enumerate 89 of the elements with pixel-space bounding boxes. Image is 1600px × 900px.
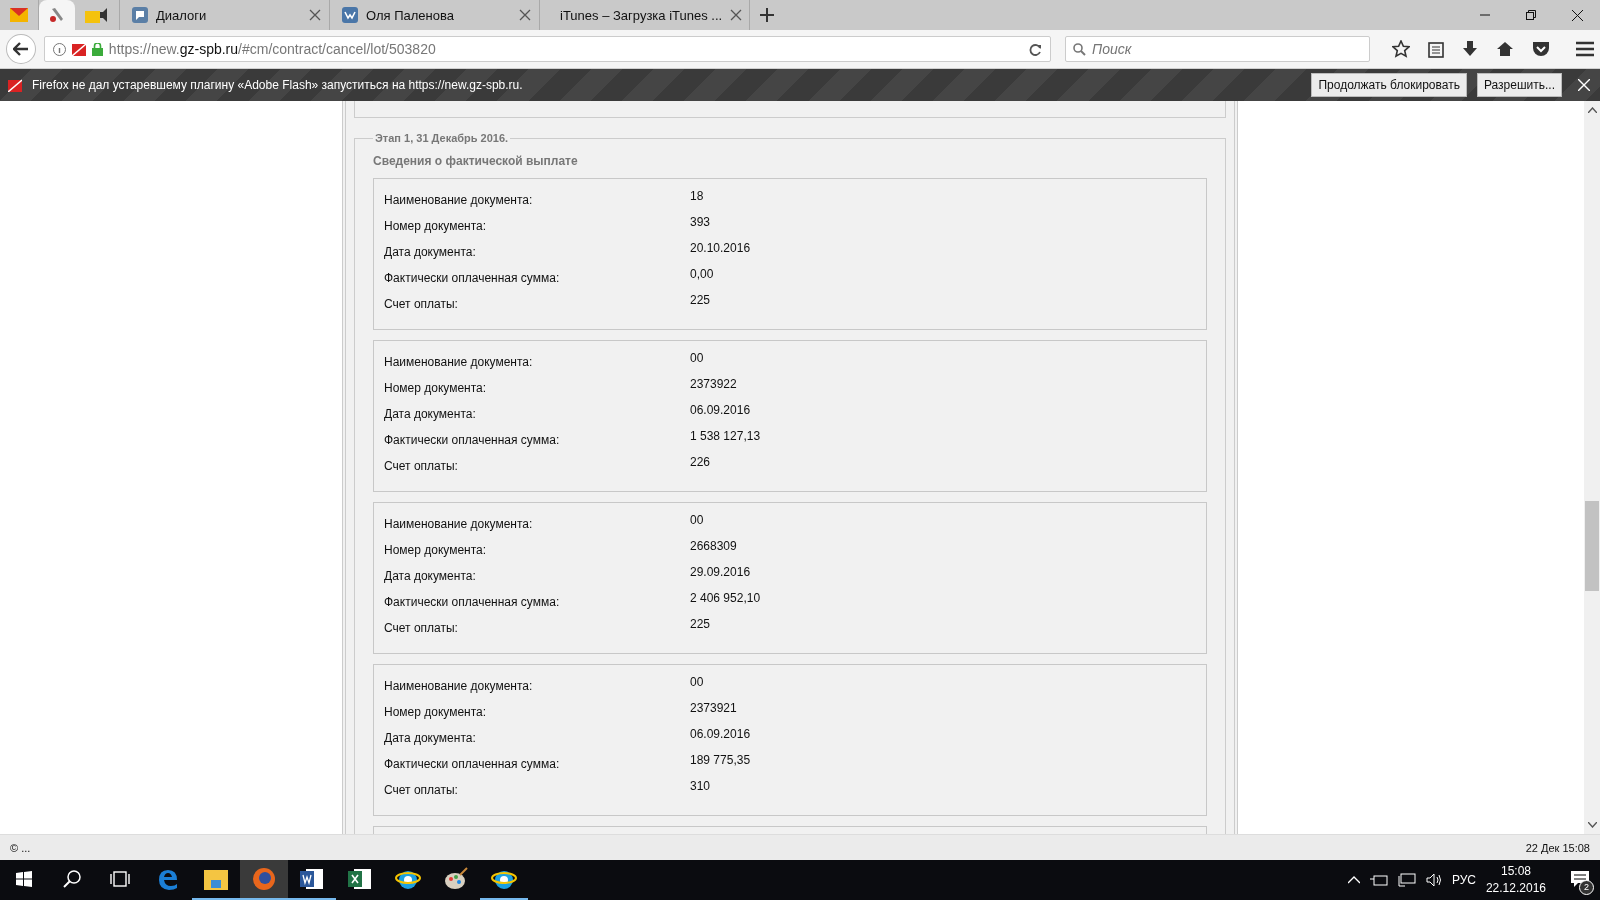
star-icon[interactable] <box>1392 40 1410 58</box>
plus-icon[interactable] <box>760 8 774 22</box>
restore-icon[interactable] <box>1526 10 1536 20</box>
field-label: Дата документа: <box>384 244 477 261</box>
field-label: Номер документа: <box>384 380 488 397</box>
scroll-thumb[interactable] <box>1585 501 1599 591</box>
palette-icon <box>444 867 468 891</box>
field-label: Номер документа: <box>384 704 488 721</box>
field-label: Счет оплаты: <box>384 296 459 313</box>
field-label: Дата документа: <box>384 568 477 585</box>
envelope-icon <box>10 8 28 22</box>
download-icon[interactable] <box>1462 40 1478 58</box>
plugin-blocked-icon <box>8 78 22 92</box>
field-label: Наименование документа: <box>384 192 534 209</box>
folder-icon <box>204 868 228 890</box>
notification-button[interactable]: Разрешить... <box>1476 73 1562 97</box>
field-label: Фактически оплаченная сумма: <box>384 594 561 611</box>
excel-icon <box>348 867 372 891</box>
field-value: 06.09.2016 <box>690 403 752 419</box>
field-value: 00 <box>690 675 705 691</box>
language-indicator[interactable]: РУС <box>1451 873 1476 887</box>
close-icon[interactable] <box>1571 9 1583 21</box>
battery-icon[interactable] <box>1369 874 1388 886</box>
address-field[interactable]: https://new.gz-spb.ru/#cm/contract/cancel/lot/503820 <box>43 36 1051 62</box>
field-label: Наименование документа: <box>384 516 534 533</box>
chat-icon <box>132 7 148 23</box>
field-label: Наименование документа: <box>384 354 534 371</box>
edge-icon <box>156 867 180 891</box>
back-button[interactable] <box>6 34 36 64</box>
field-label: Фактически оплаченная сумма: <box>384 432 561 449</box>
field-label: Дата документа: <box>384 730 477 747</box>
field-label: Фактически оплаченная сумма: <box>384 270 561 287</box>
network-icon[interactable] <box>1397 873 1416 887</box>
search-icon[interactable] <box>63 870 81 888</box>
field-label: Дата документа: <box>384 406 477 423</box>
field-value: 310 <box>690 779 712 795</box>
word-icon <box>300 867 324 891</box>
task-view-icon[interactable] <box>110 871 130 887</box>
speaker-icon[interactable] <box>1425 873 1442 887</box>
field-value: 00 <box>690 513 705 529</box>
notification-text: Firefox не дал устаревшему плагину «Adobe Flash» запуститься на https://new.gz-spb.ru. <box>32 78 524 92</box>
chevron-up-icon[interactable] <box>1347 876 1360 884</box>
scroll-down-icon[interactable] <box>1587 822 1597 828</box>
field-value: 18 <box>690 189 705 205</box>
vk-logo-icon <box>342 7 358 23</box>
info-icon[interactable] <box>52 42 66 56</box>
field-value: 2373921 <box>690 701 738 717</box>
stage-legend: Этап 1, 31 Декабрь 2016. <box>373 132 511 144</box>
field-value: 20.10.2016 <box>690 241 752 257</box>
notification-button[interactable]: Продолжать блокировать <box>1311 73 1467 97</box>
field-value: 1 538 127,13 <box>690 429 762 445</box>
field-value: 226 <box>690 455 712 471</box>
field-value: 225 <box>690 293 712 309</box>
clipboard-list-icon[interactable] <box>1428 40 1444 58</box>
reload-icon[interactable] <box>1029 42 1042 56</box>
field-label: Счет оплаты: <box>384 458 459 475</box>
field-value: 393 <box>690 215 712 231</box>
plugin-blocked-icon[interactable] <box>71 42 86 56</box>
menu-icon[interactable] <box>1576 41 1594 57</box>
clock[interactable]: 15:08 22.12.2016 <box>1485 863 1546 897</box>
scrollbar[interactable] <box>1584 101 1600 834</box>
status-date: 22 Дек 15:08 <box>1525 841 1590 854</box>
home-icon[interactable] <box>1496 41 1514 57</box>
scroll-up-icon[interactable] <box>1587 107 1597 113</box>
windows-start-icon[interactable] <box>16 871 32 887</box>
field-value: 00 <box>690 351 705 367</box>
field-label: Фактически оплаченная сумма: <box>384 756 561 773</box>
lock-icon <box>91 42 103 56</box>
field-value: 06.09.2016 <box>690 727 752 743</box>
field-value: 2668309 <box>690 539 738 555</box>
field-value: 189 775,35 <box>690 753 752 769</box>
field-value: 29.09.2016 <box>690 565 752 581</box>
field-value: 2 406 952,10 <box>690 591 762 607</box>
section-title: Сведения о фактической выплате <box>373 154 579 168</box>
field-label: Счет оплаты: <box>384 620 459 637</box>
search-field[interactable]: Поиск <box>1065 36 1370 62</box>
back-arrow-icon[interactable] <box>12 42 29 56</box>
field-value: 2373922 <box>690 377 738 393</box>
field-label: Номер документа: <box>384 542 488 559</box>
field-label: Счет оплаты: <box>384 782 459 799</box>
url-text: https://new.gz-spb.ru/#cm/contract/cancel/lot/503820 <box>108 41 437 57</box>
pocket-icon[interactable] <box>1532 41 1550 57</box>
field-label: Наименование документа: <box>384 678 534 695</box>
field-value: 0,00 <box>690 267 715 283</box>
field-value: 225 <box>690 617 712 633</box>
firefox-icon <box>252 867 276 891</box>
field-label: Номер документа: <box>384 218 488 235</box>
browser-tab[interactable] <box>39 0 75 30</box>
status-text: © ... <box>10 841 31 854</box>
